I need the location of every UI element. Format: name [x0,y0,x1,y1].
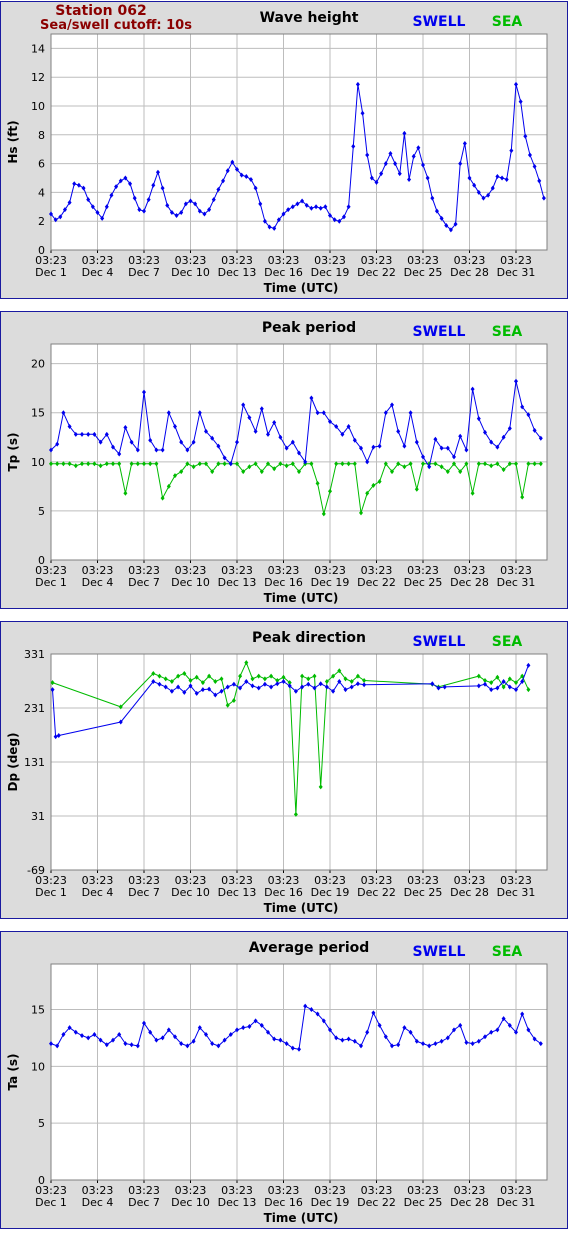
x-tick-date-label: Dec 22 [357,576,396,589]
y-tick-label: 5 [38,1117,45,1130]
x-tick-date-label: Dec 28 [450,1196,489,1209]
legend-swell: SWELL [413,944,466,960]
x-tick-date-label: Dec 19 [311,1196,350,1209]
x-tick-date-label: Dec 31 [497,266,536,279]
x-tick-date-label: Dec 16 [264,886,303,899]
legend-sea: SEA [492,634,523,650]
x-tick-date-label: Dec 13 [218,886,257,899]
y-tick-label: 131 [24,756,45,769]
x-tick-date-label: Dec 1 [35,576,67,589]
y-axis-label: Tp (s) [6,432,20,471]
legend-sea: SEA [492,324,523,340]
x-tick-date-label: Dec 4 [82,576,114,589]
legend-swell: SWELL [413,324,466,340]
y-tick-label: 8 [38,129,45,142]
panel-peak-direction: -69 31 131 231 331 03:23 Dec 1 03:23 Dec 4 03:23 D… [0,621,568,919]
wave-height-chart: 0246810121403:23Dec 103:23Dec 403:23Dec … [6,10,548,295]
x-tick-date-label: Dec 10 [171,1196,210,1209]
x-tick-date-label: Dec 7 [128,266,160,279]
x-tick-date-label: Dec 25 [404,266,443,279]
station-title: Station 062 [55,3,147,19]
plot-area [51,964,547,1180]
y-tick-label: 10 [31,456,45,469]
peak-direction-chart: -693113123133103:23Dec 103:23Dec 403:23D… [6,630,548,915]
x-tick-date-label: Dec 22 [357,266,396,279]
y-tick-label: 10 [31,100,45,113]
x-tick-date-label: Dec 4 [82,886,114,899]
panel-wave-height: 0 2 4 6 8 10 12 14 03:23 Dec 1 03:23 Dec 4 03:23 Dec … [0,1,568,299]
x-tick-date-label: Dec 7 [128,1196,160,1209]
y-tick-label: 2 [38,215,45,228]
x-tick-date-label: Dec 22 [357,1196,396,1209]
x-axis-label: Time (UTC) [264,1211,339,1225]
plot-area [51,34,547,250]
chart-title: Peak period [262,320,356,336]
y-tick-label: 5 [38,505,45,518]
x-tick-date-label: Dec 25 [404,576,443,589]
chart-title: Average period [249,940,370,956]
x-tick-date-label: Dec 16 [264,1196,303,1209]
x-tick-date-label: Dec 4 [82,1196,114,1209]
x-tick-date-label: Dec 28 [450,886,489,899]
cutoff-subtitle: Sea/swell cutoff: 10s [40,18,192,33]
legend-swell: SWELL [413,14,466,30]
y-tick-label: 20 [31,358,45,371]
y-axis-label: Dp (deg) [6,732,20,791]
x-tick-date-label: Dec 31 [497,1196,536,1209]
y-tick-label: 6 [38,158,45,171]
y-tick-label: 331 [24,648,45,661]
legend-sea: SEA [492,14,523,30]
y-tick-label: 10 [31,1060,45,1073]
x-tick-date-label: Dec 22 [357,886,396,899]
x-tick-date-label: Dec 7 [128,576,160,589]
x-tick-date-label: Dec 10 [171,576,210,589]
x-tick-date-label: Dec 31 [497,576,536,589]
panel-peak-period: 0 5 10 15 20 03:23 Dec 1 03:23 Dec 4 03:23 Dec 7 03… [0,311,568,609]
x-tick-date-label: Dec 1 [35,1196,67,1209]
y-tick-label: 231 [24,702,45,715]
x-axis-label: Time (UTC) [264,591,339,605]
x-axis-label: Time (UTC) [264,281,339,295]
x-tick-date-label: Dec 7 [128,886,160,899]
x-axis-label: Time (UTC) [264,901,339,915]
x-tick-date-label: Dec 25 [404,1196,443,1209]
chart-title: Peak direction [252,630,366,646]
x-tick-date-label: Dec 13 [218,266,257,279]
x-tick-date-label: Dec 19 [311,576,350,589]
x-tick-date-label: Dec 13 [218,1196,257,1209]
y-tick-label: 31 [31,810,45,823]
x-tick-date-label: Dec 10 [171,886,210,899]
y-tick-label: 4 [38,186,45,199]
y-tick-label: 15 [31,1003,45,1016]
y-tick-label: 15 [31,407,45,420]
chart-title: Wave height [260,10,359,26]
y-tick-label: 14 [31,42,45,55]
x-tick-date-label: Dec 1 [35,266,67,279]
y-tick-label: 12 [31,71,45,84]
y-axis-label: Hs (ft) [6,120,20,163]
x-tick-date-label: Dec 1 [35,886,67,899]
x-tick-date-label: Dec 19 [311,886,350,899]
panel-average-period: 0 5 10 15 03:23 Dec 1 03:23 Dec 4 03:23 Dec 7 03:2… [0,931,568,1229]
y-axis-label: Ta (s) [6,1053,20,1090]
x-tick-date-label: Dec 25 [404,886,443,899]
legend-swell: SWELL [413,634,466,650]
legend-sea: SEA [492,944,523,960]
average-period-chart: 05101503:23Dec 103:23Dec 403:23Dec 703:2… [6,940,548,1225]
x-tick-date-label: Dec 4 [82,266,114,279]
x-tick-date-label: Dec 10 [171,266,210,279]
x-tick-date-label: Dec 19 [311,266,350,279]
peak-period-chart: 0510152003:23Dec 103:23Dec 403:23Dec 703… [6,320,548,605]
x-tick-date-label: Dec 16 [264,576,303,589]
x-tick-date-label: Dec 28 [450,266,489,279]
x-tick-date-label: Dec 13 [218,576,257,589]
x-tick-date-label: Dec 16 [264,266,303,279]
x-tick-date-label: Dec 31 [497,886,536,899]
x-tick-date-label: Dec 28 [450,576,489,589]
